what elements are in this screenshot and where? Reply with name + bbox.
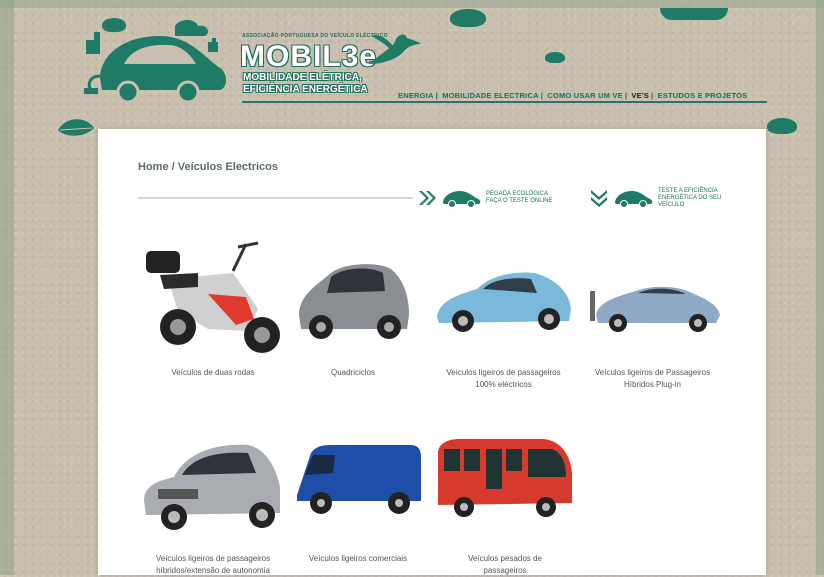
promo-energy-efficiency[interactable]: TESTE A EFICIÊNCIA ENERGÉTICA DO SEU VEÍ…: [588, 187, 743, 209]
nav-item-como-usar-um-ve[interactable]: COMO USAR UM VE: [547, 91, 623, 100]
vehicle-category-plug-in-hybrid[interactable]: Veículos ligeiros de Passageiros Híbrido…: [580, 239, 725, 391]
nav-separator: |: [651, 91, 654, 100]
frame-right: [816, 0, 824, 575]
double-chevron-down-icon: [591, 190, 607, 207]
scooter-image: [146, 241, 280, 353]
bus-image: [438, 439, 572, 517]
quadricycle-image: [299, 264, 409, 339]
frame-left: [0, 0, 14, 575]
divider: [138, 197, 413, 199]
nav-underline: [242, 101, 767, 103]
cloud-icon: [450, 9, 486, 27]
promo-text-line: ENERGÉTICA DO SEU: [658, 194, 722, 201]
vehicle-label: Veículos pesados de: [468, 554, 542, 563]
cloud-icon: [545, 52, 565, 63]
vehicle-label: Híbridos Plug-in: [624, 380, 681, 389]
vehicle-label: 100% eléctricos: [475, 380, 532, 389]
cloud-icon: [660, 8, 728, 20]
nav-item-energia[interactable]: ENERGIA: [398, 91, 434, 100]
suv-image: [144, 444, 280, 530]
promo-text-line: PEGADA ECOLÓGICA: [486, 191, 549, 197]
promo-text-line: VEÍCULO: [658, 201, 685, 208]
vehicle-label: Veículos ligeiros de Passageiros: [594, 368, 711, 377]
vehicle-label: Veículos ligeiros de passageiros: [446, 368, 561, 377]
breadcrumb[interactable]: Home / Veículos Electricos: [138, 161, 278, 173]
nav-separator: |: [624, 91, 628, 100]
bird-icon: [369, 34, 421, 64]
vehicle-label: Veículos ligeiros comerciais: [308, 554, 408, 563]
promo-text: TESTE A EFICIÊNCIA ENERGÉTICA DO SEU VEÍ…: [658, 188, 743, 209]
tagline-line-1: MOBILIDADE ELÉTRICA,: [243, 72, 362, 83]
vehicle-label: Veículos de duas rodas: [171, 368, 255, 377]
cloud-icon: [767, 118, 797, 134]
content-panel: Home / Veículos Electricos PEGADA ECOLÓG…: [98, 129, 766, 575]
vehicle-category-quadricycles[interactable]: Quadriciclos: [291, 239, 415, 379]
vehicle-label: Veículos ligeiros de passageiros: [155, 554, 271, 563]
car-icon: [443, 191, 481, 208]
promo-ecological-footprint[interactable]: PEGADA ECOLÓGICA FAÇA O TESTE ONLINE: [416, 187, 571, 209]
vehicle-label: Quadriciclos: [330, 368, 375, 377]
promo-text-line: FAÇA O TESTE ONLINE: [486, 198, 553, 204]
vehicle-category-hybrid-range-extender[interactable]: Veículos ligeiros de passageiros híbrido…: [138, 427, 288, 577]
electric-car-image: [437, 272, 571, 332]
brand-logo-text[interactable]: MOBIL3e: [240, 40, 377, 74]
nav-item-ves[interactable]: VE'S: [631, 91, 649, 100]
vehicle-category-light-commercial[interactable]: Veículos ligeiros comerciais: [291, 427, 425, 565]
nav-item-estudos-e-projetos[interactable]: ESTUDOS E PROJETOS: [658, 91, 748, 100]
double-chevron-right-icon: [419, 191, 436, 205]
vehicle-label: híbridos/extensão de autonomia: [156, 566, 270, 575]
frame-top: [0, 0, 824, 8]
van-image: [297, 445, 421, 514]
nav-separator: |: [435, 91, 438, 100]
promo-text: PEGADA ECOLÓGICA FAÇA O TESTE ONLINE: [486, 191, 571, 205]
vehicle-category-two-wheelers[interactable]: Veículos de duas rodas: [138, 239, 288, 379]
vehicle-category-heavy-passenger[interactable]: Veículos pesados de passageiros: [434, 427, 576, 577]
car-icon: [615, 191, 653, 208]
promo-text-line: TESTE A EFICIÊNCIA: [658, 187, 718, 194]
plug-in-hybrid-image: [590, 286, 720, 332]
nav-item-mobilidade-electrica[interactable]: MOBILIDADE ELECTRICA: [442, 91, 539, 100]
vehicle-label: passageiros: [483, 566, 527, 575]
tagline-line-2: EFICIÊNCIA ENERGÉTICA: [243, 84, 368, 95]
leaf-icon: [58, 119, 94, 136]
main-navigation: ENERGIA | MOBILIDADE ELECTRICA | COMO USAR…: [398, 91, 747, 100]
vehicle-category-100-electric[interactable]: Veículos ligeiros de passageiros 100% el…: [431, 239, 576, 391]
nav-separator: |: [540, 91, 543, 100]
logo-car-icon: [84, 20, 226, 104]
